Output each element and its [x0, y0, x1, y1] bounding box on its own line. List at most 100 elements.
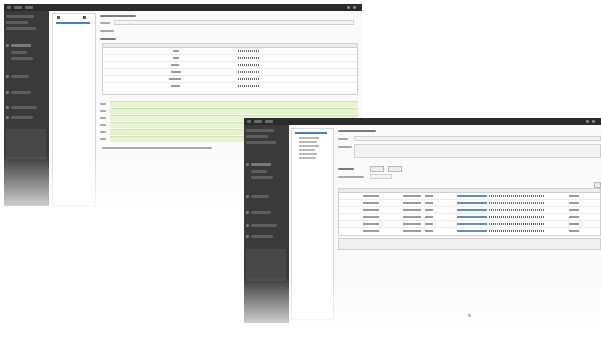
status-row: [110, 101, 358, 107]
section-title: [338, 168, 354, 170]
row-divider: [339, 220, 600, 221]
sidebar-item[interactable]: [251, 170, 267, 173]
tree-item[interactable]: [299, 141, 317, 143]
sidebar-item[interactable]: [11, 57, 33, 60]
sidebar-item[interactable]: [6, 21, 28, 24]
description-field[interactable]: [354, 144, 601, 158]
table-cell: [569, 202, 579, 204]
tree-item[interactable]: [299, 153, 317, 155]
menu-item[interactable]: [254, 120, 262, 123]
grid-cell: [171, 85, 180, 87]
sidebar-item[interactable]: [246, 129, 274, 132]
tree-item[interactable]: [299, 157, 316, 159]
sidebar-item[interactable]: [11, 106, 37, 109]
text-field[interactable]: [114, 20, 354, 25]
sidebar-info-block: [6, 129, 46, 159]
sidebar-item[interactable]: [246, 135, 268, 138]
filter-button[interactable]: [370, 166, 384, 172]
window-titlebar: [4, 4, 362, 11]
sidebar-item[interactable]: [251, 235, 273, 238]
menu-item[interactable]: [14, 6, 22, 9]
table-cell: [363, 216, 379, 218]
table-link[interactable]: [457, 195, 487, 197]
text-field[interactable]: [354, 136, 601, 141]
table-cell: [569, 223, 579, 225]
nav-icon: [246, 211, 249, 214]
row-divider: [339, 227, 600, 228]
row-label: [100, 131, 106, 133]
tree-item[interactable]: [299, 149, 315, 151]
table-link[interactable]: [457, 209, 487, 211]
empty-area: [338, 238, 601, 250]
field-label: [338, 138, 348, 140]
tree-item[interactable]: [299, 137, 319, 139]
field-label: [100, 22, 110, 24]
sidebar-item[interactable]: [251, 176, 273, 179]
row-label: [100, 117, 106, 119]
footer-note: [102, 147, 212, 149]
table-cell: [403, 230, 421, 232]
window-titlebar: [244, 118, 601, 125]
row-label: [100, 110, 106, 112]
table-cell: [403, 223, 421, 225]
sidebar-item[interactable]: [11, 51, 27, 54]
grid-header: [103, 44, 357, 48]
filter-field[interactable]: [370, 174, 392, 179]
table-link[interactable]: [457, 230, 487, 232]
table-cell: [489, 230, 545, 232]
table-cell: [425, 223, 433, 225]
settings-icon[interactable]: [353, 6, 356, 9]
table-cell: [569, 230, 579, 232]
sidebar-item[interactable]: [6, 27, 36, 30]
row-label: [100, 103, 106, 105]
user-icon[interactable]: [586, 120, 589, 123]
user-icon[interactable]: [347, 6, 350, 9]
table-cell: [569, 209, 579, 211]
sidebar: [4, 11, 49, 206]
row-divider: [103, 61, 357, 62]
data-table: [338, 188, 601, 236]
scroll-handle-icon[interactable]: [468, 314, 471, 317]
sidebar-item[interactable]: [6, 15, 34, 18]
sidebar-item[interactable]: [251, 211, 271, 214]
tree-item[interactable]: [299, 145, 319, 147]
row-divider: [103, 54, 357, 55]
table-cell: [363, 209, 379, 211]
tree-item-selected[interactable]: [56, 22, 90, 24]
table-link[interactable]: [457, 223, 487, 225]
grid-cell: [238, 78, 260, 80]
table-cell: [363, 195, 379, 197]
grid-cell: [238, 71, 260, 73]
sidebar-item[interactable]: [251, 224, 277, 227]
sidebar-item-active[interactable]: [11, 44, 31, 47]
app-logo-icon: [7, 6, 11, 9]
table-header: [339, 189, 600, 193]
row-divider: [103, 75, 357, 76]
sidebar-item[interactable]: [11, 75, 29, 78]
table-cell: [403, 195, 421, 197]
table-link[interactable]: [457, 216, 487, 218]
add-icon[interactable]: [57, 16, 60, 19]
sidebar-item-active[interactable]: [251, 163, 271, 166]
menu-item[interactable]: [265, 120, 273, 123]
menu-item[interactable]: [25, 6, 33, 9]
settings-icon[interactable]: [592, 120, 595, 123]
table-cell: [363, 223, 379, 225]
tree-item-selected[interactable]: [295, 132, 327, 134]
sidebar-item[interactable]: [11, 116, 33, 119]
nav-icon: [6, 116, 9, 119]
grid-cell: [173, 50, 179, 52]
table-link[interactable]: [457, 202, 487, 204]
sidebar-item[interactable]: [11, 91, 31, 94]
table-cell: [569, 195, 579, 197]
app-window-screenshot-2: [244, 118, 601, 323]
remove-icon[interactable]: [83, 16, 86, 19]
sidebar-item[interactable]: [251, 195, 269, 198]
section-title: [100, 38, 116, 40]
grid-cell: [171, 64, 179, 66]
table-cell: [425, 209, 433, 211]
filter-button[interactable]: [388, 166, 402, 172]
sidebar-item[interactable]: [246, 141, 276, 144]
app-logo-icon: [247, 120, 251, 123]
table-cell: [403, 202, 421, 204]
